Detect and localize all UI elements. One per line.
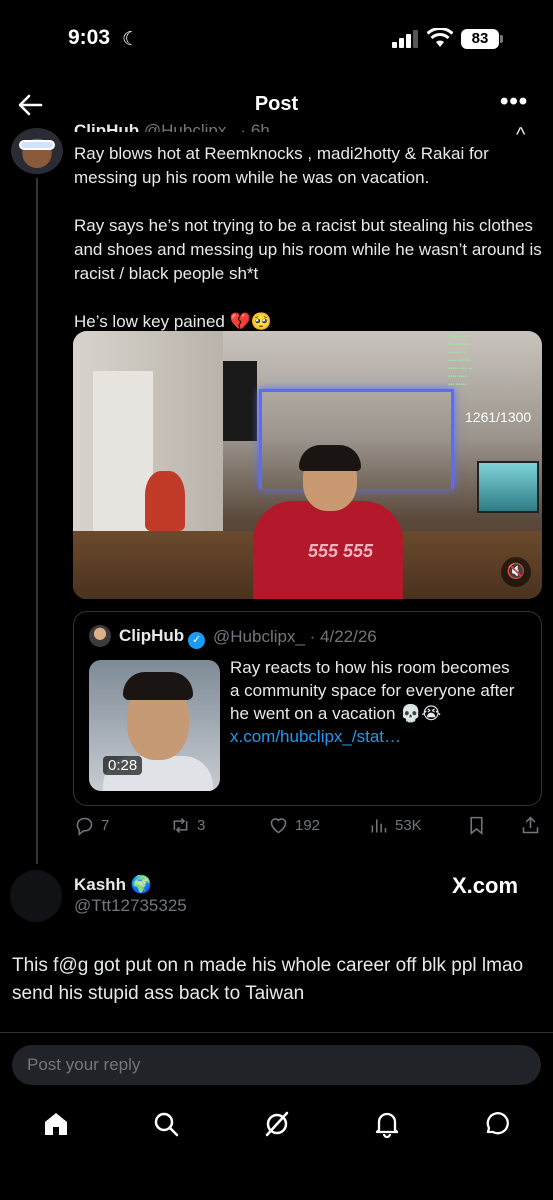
thread-line	[36, 178, 38, 864]
reply-author-avatar[interactable]	[10, 870, 62, 922]
battery-indicator: 83	[461, 29, 499, 49]
cellular-signal-icon	[392, 30, 418, 48]
reply-text: This f@g got put on n made his whole car…	[12, 955, 524, 1004]
quoted-avatar	[89, 625, 111, 647]
reply-author-handle: @Ttt12735325	[74, 896, 187, 915]
quoted-video-thumbnail[interactable]: 0:28	[89, 660, 220, 791]
repost-icon	[173, 817, 188, 834]
quoted-post[interactable]: ClipHub ✓ @Hubclipx_ · 4/22/26 0:28 Ray r…	[73, 611, 542, 806]
reply-author-name[interactable]: Kashh 🌍	[74, 875, 152, 895]
home-icon[interactable]	[42, 1110, 70, 1138]
tweet-video[interactable]: 555 555 ▪ ▪▪▪▪ ▪▪▪ ▪▪▪ ▪▪▪▪▪ ▪ ▪▪▪▪▪▪ ▪▪ ▪▪…	[73, 331, 542, 599]
heart-icon	[270, 818, 287, 834]
quoted-handle-date: @Hubclipx_ · 4/22/26	[213, 627, 377, 646]
more-options-icon[interactable]: •••	[500, 88, 528, 116]
divider	[0, 1032, 553, 1033]
status-bar: 9:03 ☾ 83	[0, 0, 553, 80]
messages-icon[interactable]	[483, 1110, 511, 1138]
quoted-text: Ray reacts to how his room becomes a com…	[230, 658, 515, 746]
reply-icon	[76, 817, 93, 836]
like-button[interactable]: 192	[268, 815, 320, 836]
stream-chat-overlay: ▪ ▪▪▪▪ ▪▪▪ ▪▪▪ ▪▪▪▪▪ ▪ ▪▪▪▪▪▪ ▪▪ ▪▪▪▪ ▪▪▪▪▪…	[448, 334, 473, 388]
quoted-link[interactable]: x.com/hubclipx_/stat…	[230, 727, 401, 746]
viewer-count: 1261/1300	[465, 409, 532, 425]
share-icon	[522, 816, 539, 834]
reply-composer-input[interactable]: Post your reply	[12, 1045, 541, 1085]
author-avatar[interactable]	[11, 128, 63, 174]
focus-moon-icon: ☾	[122, 29, 140, 50]
tweet-paragraph: Ray blows hot at Reemknocks , madi2hotty…	[74, 144, 489, 187]
x-watermark: X.com	[452, 873, 519, 898]
fish-tank	[477, 461, 539, 513]
bottom-tab-bar	[0, 1100, 553, 1152]
views-button[interactable]: 53K	[368, 815, 422, 836]
tweet-paragraph: Ray says he’s not trying to be a racist …	[74, 216, 542, 283]
repost-button[interactable]: 3	[170, 815, 205, 836]
video-duration: 0:28	[103, 756, 143, 775]
grok-icon[interactable]	[263, 1110, 291, 1138]
tweet-body: Ray blows hot at Reemknocks , madi2hotty…	[74, 142, 544, 358]
verified-badge-icon: ✓	[188, 632, 206, 649]
action-bar: 7 3 192 53K	[72, 815, 544, 841]
reply-button[interactable]: 7	[74, 815, 109, 836]
mute-icon[interactable]: 🔇	[501, 557, 531, 587]
status-time: 9:03	[68, 26, 111, 49]
cardboard-cutout	[145, 471, 185, 531]
views-chart-icon	[371, 819, 387, 833]
notifications-bell-icon[interactable]	[373, 1110, 401, 1138]
quoted-author-name: ClipHub ✓	[119, 626, 206, 649]
share-button[interactable]	[520, 815, 541, 836]
page-title: Post	[254, 93, 299, 115]
author-handle: @Hubclipx_ · 6h	[143, 121, 270, 132]
search-icon[interactable]	[152, 1110, 180, 1138]
battery-tip	[500, 35, 503, 43]
author-name[interactable]: ClipHub @Hubclipx_ · 6h	[74, 120, 270, 132]
bookmark-icon	[470, 816, 483, 836]
globe-icon: 🌍	[130, 875, 152, 894]
streamer: 555 555	[243, 445, 413, 599]
bookmark-button[interactable]	[466, 815, 487, 836]
wifi-icon	[427, 28, 453, 47]
